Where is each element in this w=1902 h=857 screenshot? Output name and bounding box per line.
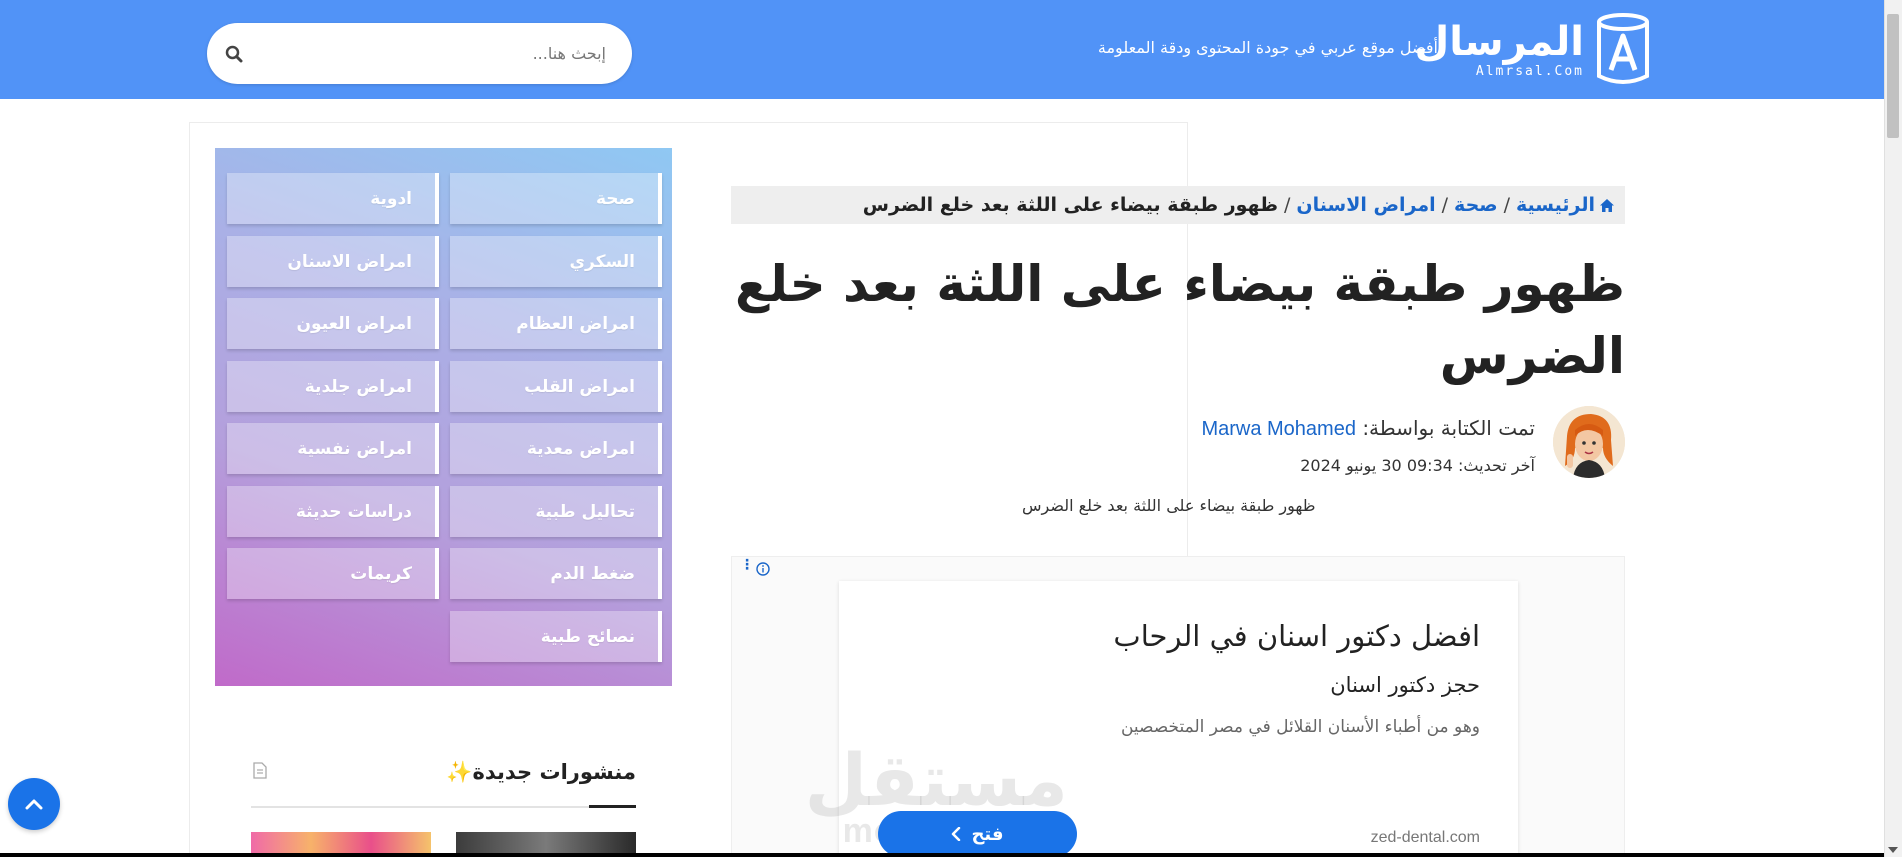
category-health[interactable]: صحة <box>450 173 662 224</box>
chevron-up-icon <box>25 799 43 810</box>
category-blood-pressure[interactable]: ضغط الدم <box>450 548 662 599</box>
category-creams[interactable]: كريمات <box>227 548 439 599</box>
ad-menu-dots-icon[interactable]: ⋮ <box>740 558 754 572</box>
taskbar-edge <box>0 853 1884 857</box>
site-header: المرسال Almrsal.Com أفضل موقع عربي في جو… <box>0 0 1884 99</box>
category-skin[interactable]: امراض جلدية <box>227 361 439 412</box>
home-icon <box>1600 199 1614 212</box>
last-updated: آخر تحديث: 09:34 30 يونيو 2024 <box>1300 456 1535 475</box>
widget-divider-accent <box>589 805 636 808</box>
category-diabetes[interactable]: السكري <box>450 236 662 287</box>
logo-domain: Almrsal.Com <box>1475 63 1584 79</box>
category-stomach[interactable]: امراض معدية <box>450 423 662 474</box>
scrollbar-thumb[interactable] <box>1887 14 1899 138</box>
back-to-top-button[interactable] <box>8 778 60 830</box>
search-box <box>207 23 632 84</box>
breadcrumb-separator: / <box>1284 194 1291 216</box>
category-medicines[interactable]: ادوية <box>227 173 439 224</box>
breadcrumb: الرئيسية / صحة / امراض الاسنان / ظهور طب… <box>731 186 1625 224</box>
sparkles-icon: ✨ <box>446 760 473 784</box>
category-tips[interactable]: نصائح طبية <box>450 611 662 662</box>
document-icon <box>253 762 267 783</box>
category-lab-tests[interactable]: تحاليل طبية <box>450 486 662 537</box>
byline: تمت الكتابة بواسطة: Marwa Mohamed <box>1201 416 1535 441</box>
category-mental[interactable]: امراض نفسية <box>227 423 439 474</box>
category-studies[interactable]: دراسات حديثة <box>227 486 439 537</box>
breadcrumb-current: ظهور طبقة بيضاء على اللثة بعد خلع الضرس <box>862 194 1278 216</box>
ad-domain: zed-dental.com <box>1370 829 1480 846</box>
byline-prefix: تمت الكتابة بواسطة: <box>1362 416 1535 440</box>
article-excerpt: ظهور طبقة بيضاء على اللثة بعد خلع الضرس <box>1022 496 1316 515</box>
site-tagline: أفضل موقع عربي في جودة المحتوى ودقة المع… <box>1097 38 1438 57</box>
category-heart[interactable]: امراض القلب <box>450 361 662 412</box>
chevron-left-icon <box>952 827 961 841</box>
ad-open-label: فتح <box>971 823 1004 845</box>
author-info: تمت الكتابة بواسطة: Marwa Mohamed آخر تح… <box>731 404 1625 484</box>
ad-container: ⋮ افضل دكتور اسنان في الرحاب حجز دكتور ا… <box>731 556 1625 857</box>
breadcrumb-item-dental[interactable]: امراض الاسنان <box>1296 194 1435 216</box>
search-input[interactable] <box>261 23 632 84</box>
ad-description: وهو من أطباء الأسنان القلائل في مصر المت… <box>1120 717 1480 737</box>
author-link[interactable]: Marwa Mohamed <box>1201 418 1356 440</box>
new-posts-widget: منشورات جديدة✨ <box>215 724 672 857</box>
article-title: ظهور طبقة بيضاء على اللثة بعد خلع الضرس <box>735 255 1625 385</box>
logo-name: المرسال <box>1414 18 1585 65</box>
logo-cylinder-icon <box>1594 12 1652 86</box>
breadcrumb-separator: / <box>1503 194 1511 216</box>
search-icon <box>225 45 243 62</box>
ad-subtitle: حجز دكتور اسنان <box>1330 673 1480 697</box>
category-bones[interactable]: امراض العظام <box>450 298 662 349</box>
new-posts-label: منشورات جديدة <box>472 760 637 784</box>
scroll-down-arrow-icon[interactable] <box>1888 847 1898 853</box>
breadcrumb-home[interactable]: الرئيسية <box>1516 194 1615 216</box>
breadcrumb-item-health[interactable]: صحة <box>1454 194 1498 216</box>
page-scrollbar[interactable] <box>1884 0 1902 857</box>
search-button[interactable] <box>207 23 261 84</box>
site-logo[interactable]: المرسال Almrsal.Com <box>1415 12 1652 86</box>
categories-panel: صحة ادوية السكري امراض الاسنان امراض الع… <box>215 148 672 686</box>
ad-info-icon[interactable] <box>756 561 770 580</box>
widget-divider <box>251 806 636 808</box>
author-avatar[interactable] <box>1553 406 1625 478</box>
new-posts-title: منشورات جديدة✨ <box>446 760 636 785</box>
ad-open-button[interactable]: فتح <box>878 811 1077 857</box>
breadcrumb-separator: / <box>1441 194 1449 216</box>
ad-title[interactable]: افضل دكتور اسنان في الرحاب <box>1113 619 1480 653</box>
breadcrumb-home-label: الرئيسية <box>1516 194 1595 216</box>
category-dental[interactable]: امراض الاسنان <box>227 236 439 287</box>
category-eyes[interactable]: امراض العيون <box>227 298 439 349</box>
